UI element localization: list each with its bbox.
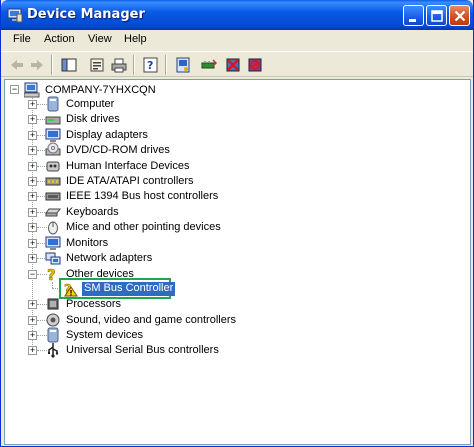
svg-text:?: ? bbox=[47, 266, 56, 282]
tree-item-label: IDE ATA/ATAPI controllers bbox=[66, 175, 194, 187]
menu-action[interactable]: Action bbox=[44, 33, 75, 45]
computer-icon bbox=[45, 96, 61, 112]
menu-view[interactable]: View bbox=[88, 33, 112, 45]
expand-toggle-display-adapters[interactable]: + bbox=[28, 131, 37, 140]
cdrom-icon bbox=[45, 142, 61, 158]
toolbar-separator bbox=[51, 55, 53, 75]
disk-drive-icon bbox=[45, 112, 61, 128]
expand-toggle-computer[interactable]: + bbox=[28, 100, 37, 109]
maximize-icon bbox=[431, 10, 443, 22]
device-tree[interactable]: − COMPANY-7YHXCQN + Computer + Disk driv… bbox=[4, 79, 471, 445]
expand-toggle-monitors[interactable]: + bbox=[28, 239, 37, 248]
tree-item-label: Universal Serial Bus controllers bbox=[66, 344, 219, 356]
forward-arrow-icon bbox=[31, 60, 43, 70]
expand-toggle-sound[interactable]: + bbox=[28, 316, 37, 325]
usb-icon bbox=[45, 342, 61, 358]
expand-toggle-dvd-cdrom[interactable]: + bbox=[28, 146, 37, 155]
menu-help[interactable]: Help bbox=[124, 33, 147, 45]
toolbar-separator bbox=[165, 55, 167, 75]
tree-item-label: System devices bbox=[66, 329, 144, 341]
show-hide-console-tree-icon bbox=[61, 58, 77, 72]
properties-button[interactable] bbox=[87, 55, 107, 75]
help-icon: ? bbox=[143, 57, 158, 73]
update-driver-button[interactable] bbox=[199, 55, 219, 75]
device-manager-app-icon bbox=[7, 7, 23, 23]
minimize-icon bbox=[409, 19, 416, 22]
help-button[interactable]: ? bbox=[141, 55, 161, 75]
disable-device-button[interactable] bbox=[245, 55, 265, 75]
tree-item-label: Display adapters bbox=[66, 129, 148, 141]
uninstall-button[interactable] bbox=[223, 55, 243, 75]
expand-toggle-usb[interactable]: + bbox=[28, 346, 37, 355]
close-button[interactable] bbox=[449, 5, 470, 26]
title-bar[interactable]: Device Manager bbox=[1, 0, 473, 30]
scan-hardware-button[interactable] bbox=[173, 55, 193, 75]
tree-item-label: Monitors bbox=[66, 237, 109, 249]
menu-bar: File Action View Help bbox=[1, 30, 473, 50]
tree-item-label: Human Interface Devices bbox=[66, 160, 190, 172]
tree-item-label: Disk drives bbox=[66, 113, 120, 125]
expand-toggle-processors[interactable]: + bbox=[28, 300, 37, 309]
keyboard-icon bbox=[45, 204, 61, 220]
toolbar-separator bbox=[133, 55, 135, 75]
back-arrow-icon bbox=[11, 60, 23, 70]
firewire-icon bbox=[45, 188, 61, 204]
close-icon bbox=[454, 10, 466, 22]
print-button[interactable] bbox=[109, 55, 129, 75]
toolbar: ? bbox=[1, 51, 473, 77]
tree-item-label: Network adapters bbox=[66, 252, 153, 264]
ide-controller-icon bbox=[45, 173, 61, 189]
tree-item-label: IEEE 1394 Bus host controllers bbox=[66, 190, 219, 202]
show-hide-tree-button[interactable] bbox=[59, 55, 79, 75]
uninstall-icon bbox=[226, 58, 240, 72]
expand-toggle-system-devices[interactable]: + bbox=[28, 331, 37, 340]
update-driver-icon bbox=[201, 59, 217, 69]
unknown-device-warning-icon: ? bbox=[63, 281, 79, 298]
tree-item-label: Sound, video and game controllers bbox=[66, 314, 236, 326]
root-collapse-toggle[interactable]: − bbox=[10, 85, 19, 94]
scan-hardware-icon bbox=[176, 57, 190, 73]
expand-toggle-network[interactable]: + bbox=[28, 254, 37, 263]
collapse-toggle-other-devices[interactable]: − bbox=[28, 270, 37, 279]
tree-item-label: DVD/CD-ROM drives bbox=[66, 144, 170, 156]
tree-item-label: Processors bbox=[66, 298, 122, 310]
mouse-icon bbox=[45, 219, 61, 235]
display-adapter-icon bbox=[45, 127, 61, 143]
forward-button[interactable] bbox=[27, 55, 47, 75]
computer-root-icon bbox=[23, 82, 40, 98]
maximize-button[interactable] bbox=[426, 5, 447, 26]
back-button[interactable] bbox=[7, 55, 27, 75]
properties-icon bbox=[90, 58, 104, 72]
disable-device-icon bbox=[248, 58, 262, 72]
minimize-button[interactable] bbox=[403, 5, 424, 26]
network-adapter-icon bbox=[45, 250, 61, 266]
device-manager-window: Device Manager File Action View Help ? −… bbox=[0, 0, 474, 447]
selected-item-label: SM Bus Controller bbox=[82, 282, 176, 296]
monitor-icon bbox=[45, 235, 61, 251]
print-icon bbox=[111, 58, 127, 73]
processor-icon bbox=[45, 296, 61, 312]
window-title: Device Manager bbox=[27, 7, 145, 22]
expand-toggle-mice[interactable]: + bbox=[28, 223, 37, 232]
expand-toggle-keyboards[interactable]: + bbox=[28, 208, 37, 217]
expand-toggle-ide[interactable]: + bbox=[28, 177, 37, 186]
expand-toggle-hid[interactable]: + bbox=[28, 162, 37, 171]
system-devices-icon bbox=[45, 327, 61, 343]
expand-toggle-disk-drives[interactable]: + bbox=[28, 115, 37, 124]
tree-root-label: COMPANY-7YHXCQN bbox=[45, 84, 156, 96]
hid-icon bbox=[45, 158, 61, 174]
expand-toggle-ieee1394[interactable]: + bbox=[28, 192, 37, 201]
tree-item-label: Mice and other pointing devices bbox=[66, 221, 221, 233]
tree-item-label: Computer bbox=[66, 98, 115, 110]
sound-icon bbox=[45, 312, 61, 328]
tree-item-label: Keyboards bbox=[66, 206, 119, 218]
svg-text:?: ? bbox=[147, 59, 153, 72]
menu-file[interactable]: File bbox=[13, 33, 31, 45]
